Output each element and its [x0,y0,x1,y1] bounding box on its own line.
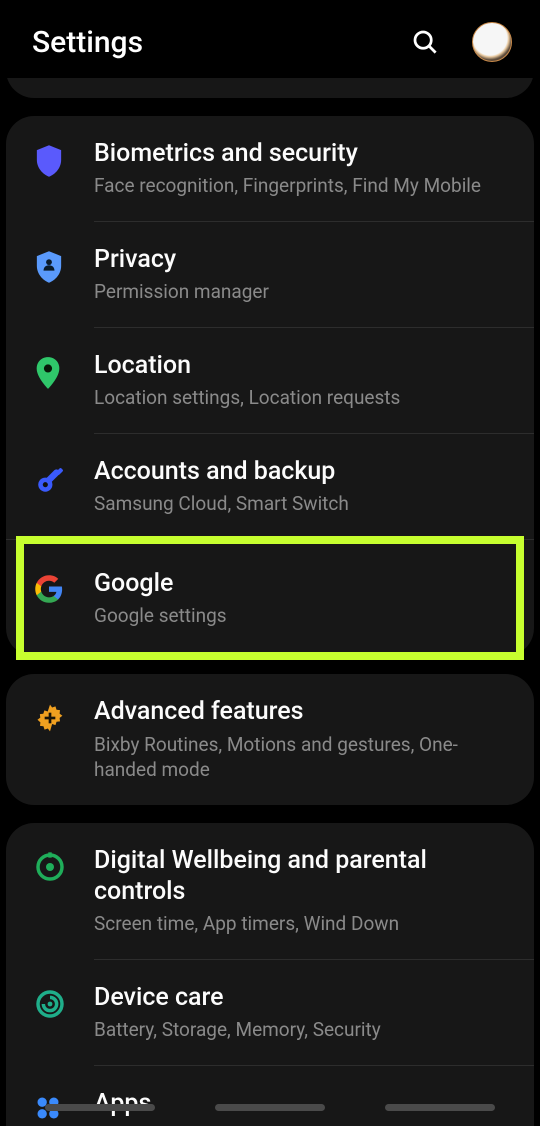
row-google[interactable]: Google Google settings [6,540,534,657]
row-title: Device care [94,982,512,1013]
nav-recents[interactable] [45,1104,155,1111]
row-lockscreen[interactable]: . Screen lock type, Always On Display, C… [6,78,534,98]
nav-home[interactable] [215,1104,325,1111]
row-subtitle: Google settings [94,603,512,629]
row-title: Location [94,350,512,381]
card-lockscreen-partial: . Screen lock type, Always On Display, C… [6,78,534,98]
app-header: Settings [0,0,540,80]
page-title: Settings [32,25,390,60]
row-title: Digital Wellbeing and parental controls [94,845,512,908]
row-accounts[interactable]: Accounts and backup Samsung Cloud, Smart… [6,434,534,539]
row-subtitle: Screen time, App timers, Wind Down [94,911,512,937]
row-biometrics[interactable]: Biometrics and security Face recognition… [6,116,534,221]
settings-scroll[interactable]: . Screen lock type, Always On Display, C… [0,78,540,1126]
wellbeing-icon [34,851,66,883]
row-title: Google [94,568,512,599]
row-title: Privacy [94,244,512,275]
row-subtitle: Samsung Cloud, Smart Switch [94,491,512,517]
search-icon [410,27,440,57]
shield-icon [34,144,64,178]
row-wellbeing[interactable]: Digital Wellbeing and parental controls … [6,823,534,959]
row-privacy[interactable]: Privacy Permission manager [6,222,534,327]
profile-avatar[interactable] [472,22,512,62]
row-title: Advanced features [94,696,512,727]
row-title: Biometrics and security [94,138,512,169]
key-icon [34,462,68,496]
nav-back[interactable] [385,1104,495,1111]
devicecare-icon [34,988,66,1020]
row-subtitle: Permission manager [94,279,512,305]
row-subtitle: Bixby Routines, Motions and gestures, On… [94,732,512,783]
row-subtitle: Battery, Storage, Memory, Security [94,1017,512,1043]
privacy-shield-icon [34,250,64,284]
gear-plus-icon [34,702,66,734]
row-subtitle: Face recognition, Fingerprints, Find My … [94,173,512,199]
system-navbar [0,1104,540,1122]
card-advanced-group: Advanced features Bixby Routines, Motion… [6,674,534,805]
google-g-icon [34,574,64,604]
row-title: Accounts and backup [94,456,512,487]
card-system-group: Digital Wellbeing and parental controls … [6,823,534,1126]
row-advanced[interactable]: Advanced features Bixby Routines, Motion… [6,674,534,805]
location-pin-icon [34,356,62,390]
card-security-group: Biometrics and security Face recognition… [6,116,534,656]
row-subtitle: Location settings, Location requests [94,385,512,411]
row-devicecare[interactable]: Device care Battery, Storage, Memory, Se… [6,960,534,1065]
search-button[interactable] [408,25,442,59]
row-location[interactable]: Location Location settings, Location req… [6,328,534,433]
